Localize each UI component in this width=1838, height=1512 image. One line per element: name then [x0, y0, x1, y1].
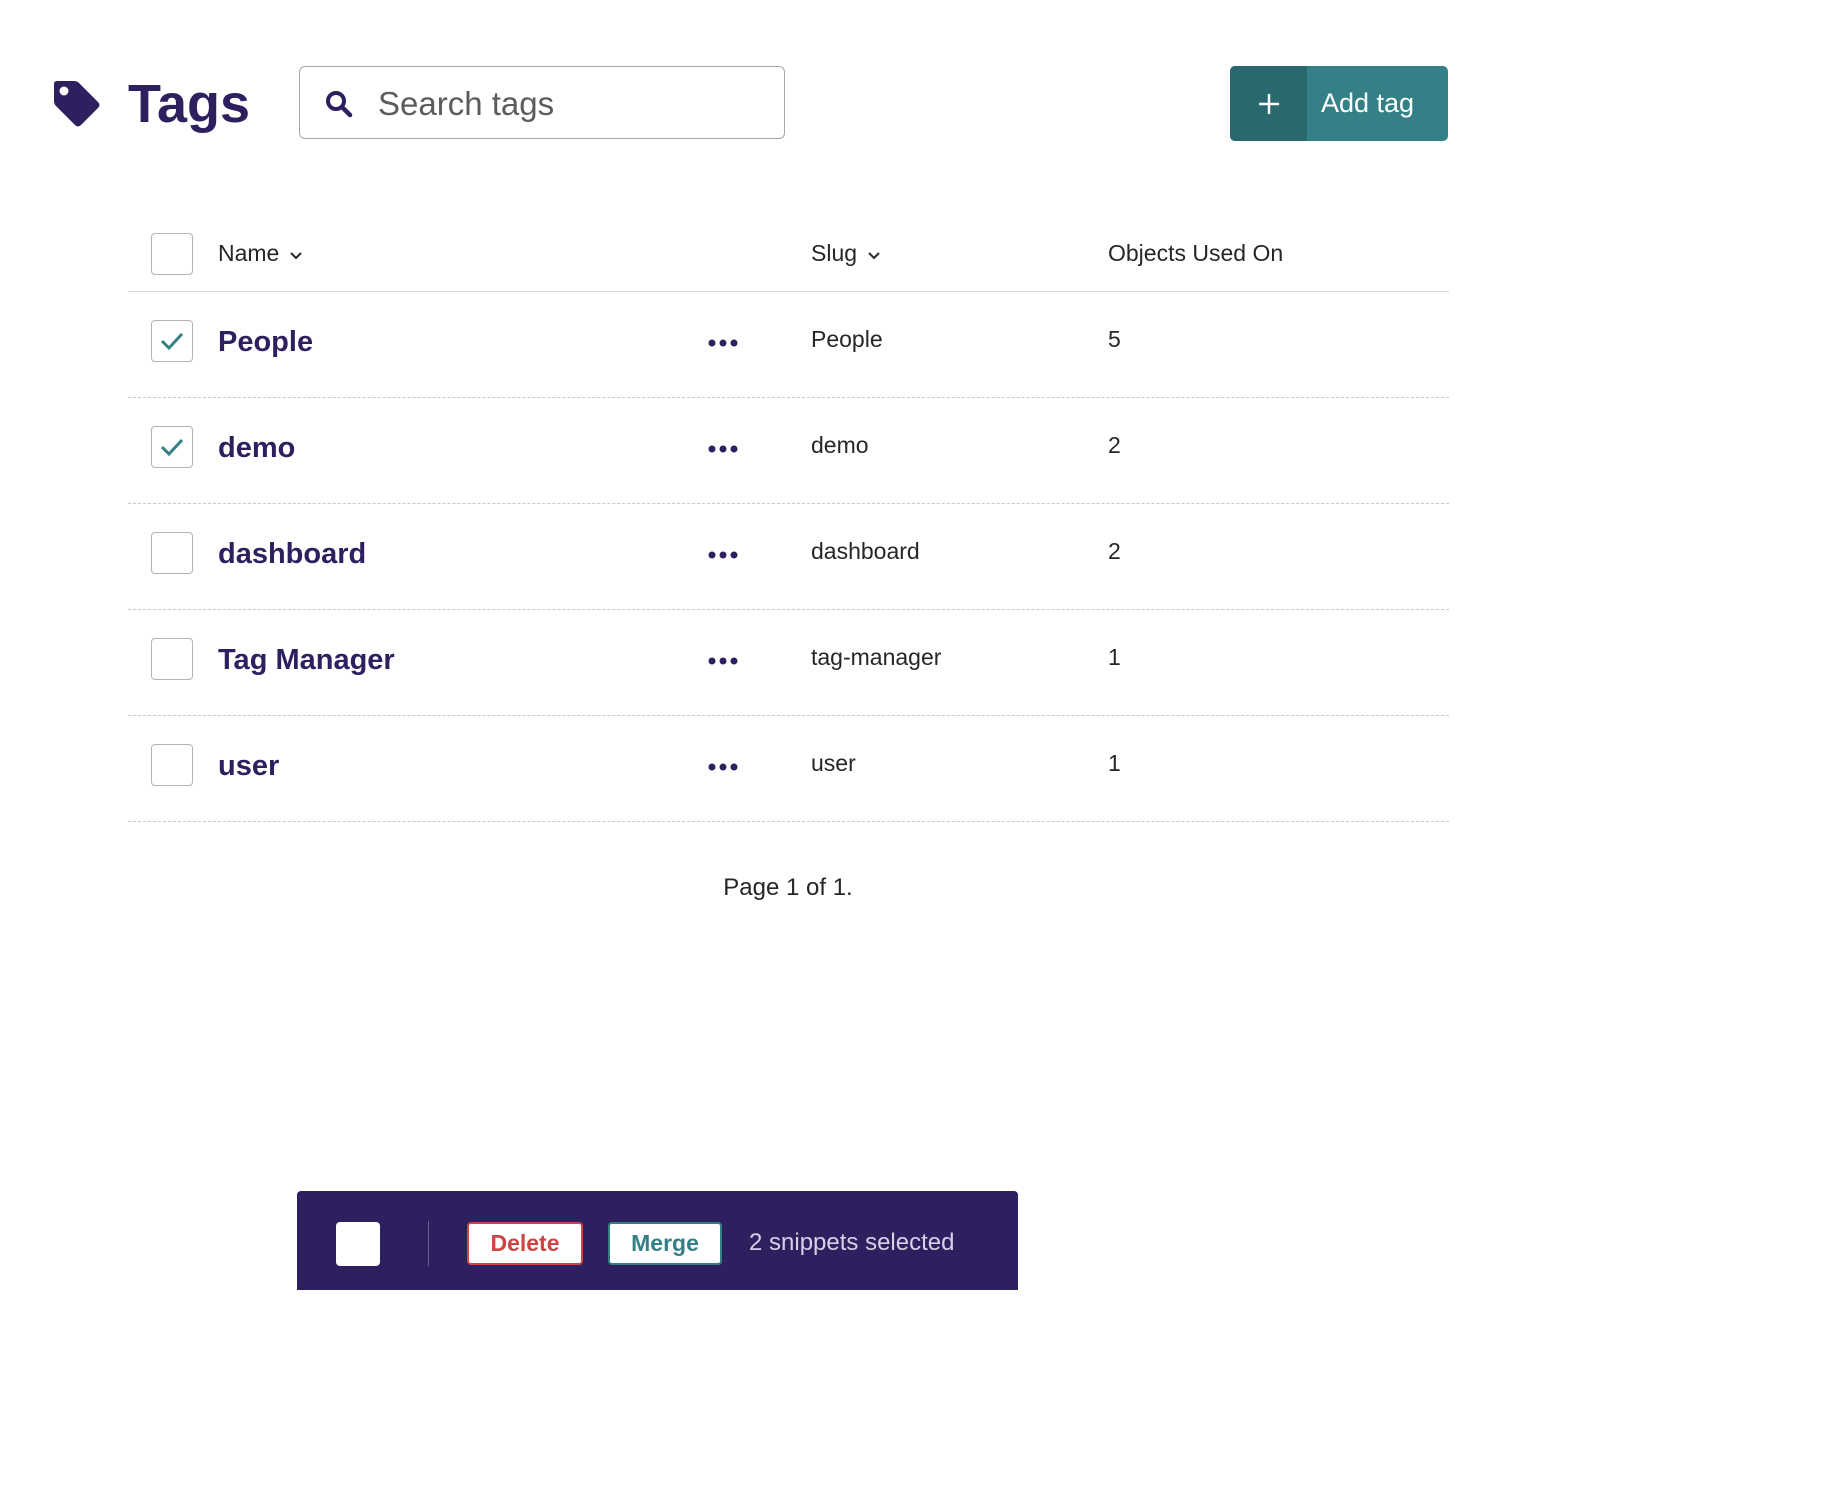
- slug-cell: People: [811, 326, 883, 352]
- objects-count-cell: 2: [1108, 432, 1121, 458]
- column-header-objects-used-on: Objects Used On: [1108, 240, 1283, 267]
- chevron-down-icon: [868, 251, 880, 259]
- column-header-slug-label: Slug: [811, 240, 858, 266]
- merge-button[interactable]: Merge: [608, 1222, 722, 1265]
- page-title: Tags: [128, 74, 251, 134]
- row-checkbox[interactable]: [151, 744, 193, 786]
- search-icon: [326, 91, 353, 118]
- chevron-down-icon: [290, 251, 303, 259]
- tag-name-link[interactable]: People: [218, 326, 313, 359]
- slug-cell: tag-manager: [811, 644, 942, 670]
- objects-count-cell: 2: [1108, 538, 1121, 564]
- row-checkbox[interactable]: [151, 638, 193, 680]
- slug-cell: demo: [811, 432, 869, 458]
- tag-name-link[interactable]: demo: [218, 432, 295, 465]
- table-row: user user 1: [128, 716, 1449, 822]
- tag-name-link[interactable]: dashboard: [218, 538, 366, 571]
- row-checkbox[interactable]: [151, 426, 193, 468]
- tag-icon: [54, 81, 100, 127]
- add-tag-button[interactable]: Add tag: [1230, 66, 1448, 141]
- search-box[interactable]: [299, 66, 785, 139]
- search-input[interactable]: [376, 79, 770, 129]
- more-options-icon[interactable]: [706, 544, 740, 566]
- more-options-icon[interactable]: [706, 438, 740, 460]
- checkmark-icon: [160, 438, 184, 457]
- add-tag-label: Add tag: [1321, 88, 1415, 118]
- divider: [428, 1221, 429, 1266]
- column-header-name-label: Name: [218, 240, 280, 266]
- tags-table: Name Slug Objects Used On People People …: [128, 220, 1449, 822]
- objects-count-cell: 5: [1108, 326, 1121, 352]
- selection-count-status: 2 snippets selected: [749, 1229, 955, 1256]
- plus-icon: [1230, 66, 1307, 141]
- slug-cell: user: [811, 750, 856, 776]
- objects-count-cell: 1: [1108, 644, 1121, 670]
- more-options-icon[interactable]: [706, 332, 740, 354]
- column-header-objects-label: Objects Used On: [1108, 240, 1284, 266]
- tag-name-link[interactable]: user: [218, 750, 279, 783]
- table-row: demo demo 2: [128, 398, 1449, 504]
- row-checkbox[interactable]: [151, 320, 193, 362]
- row-checkbox[interactable]: [151, 532, 193, 574]
- delete-button[interactable]: Delete: [467, 1222, 583, 1265]
- column-header-name[interactable]: Name: [218, 240, 303, 267]
- column-header-slug[interactable]: Slug: [811, 240, 881, 267]
- tags-page: Tags Add tag Name Slug: [0, 0, 1548, 1290]
- checkmark-icon: [160, 332, 184, 351]
- objects-count-cell: 1: [1108, 750, 1121, 776]
- table-header: Name Slug Objects Used On: [128, 220, 1449, 292]
- table-row: dashboard dashboard 2: [128, 504, 1449, 610]
- table-row: People People 5: [128, 292, 1449, 398]
- select-all-checkbox[interactable]: [151, 233, 193, 275]
- tag-name-link[interactable]: Tag Manager: [218, 644, 395, 677]
- slug-cell: dashboard: [811, 538, 920, 564]
- pagination-status: Page 1 of 1.: [723, 874, 853, 901]
- more-options-icon[interactable]: [706, 756, 740, 778]
- bulk-select-all-checkbox[interactable]: [336, 1222, 380, 1266]
- bulk-actions-bar: Delete Merge 2 snippets selected: [297, 1191, 1018, 1290]
- more-options-icon[interactable]: [706, 650, 740, 672]
- table-row: Tag Manager tag-manager 1: [128, 610, 1449, 716]
